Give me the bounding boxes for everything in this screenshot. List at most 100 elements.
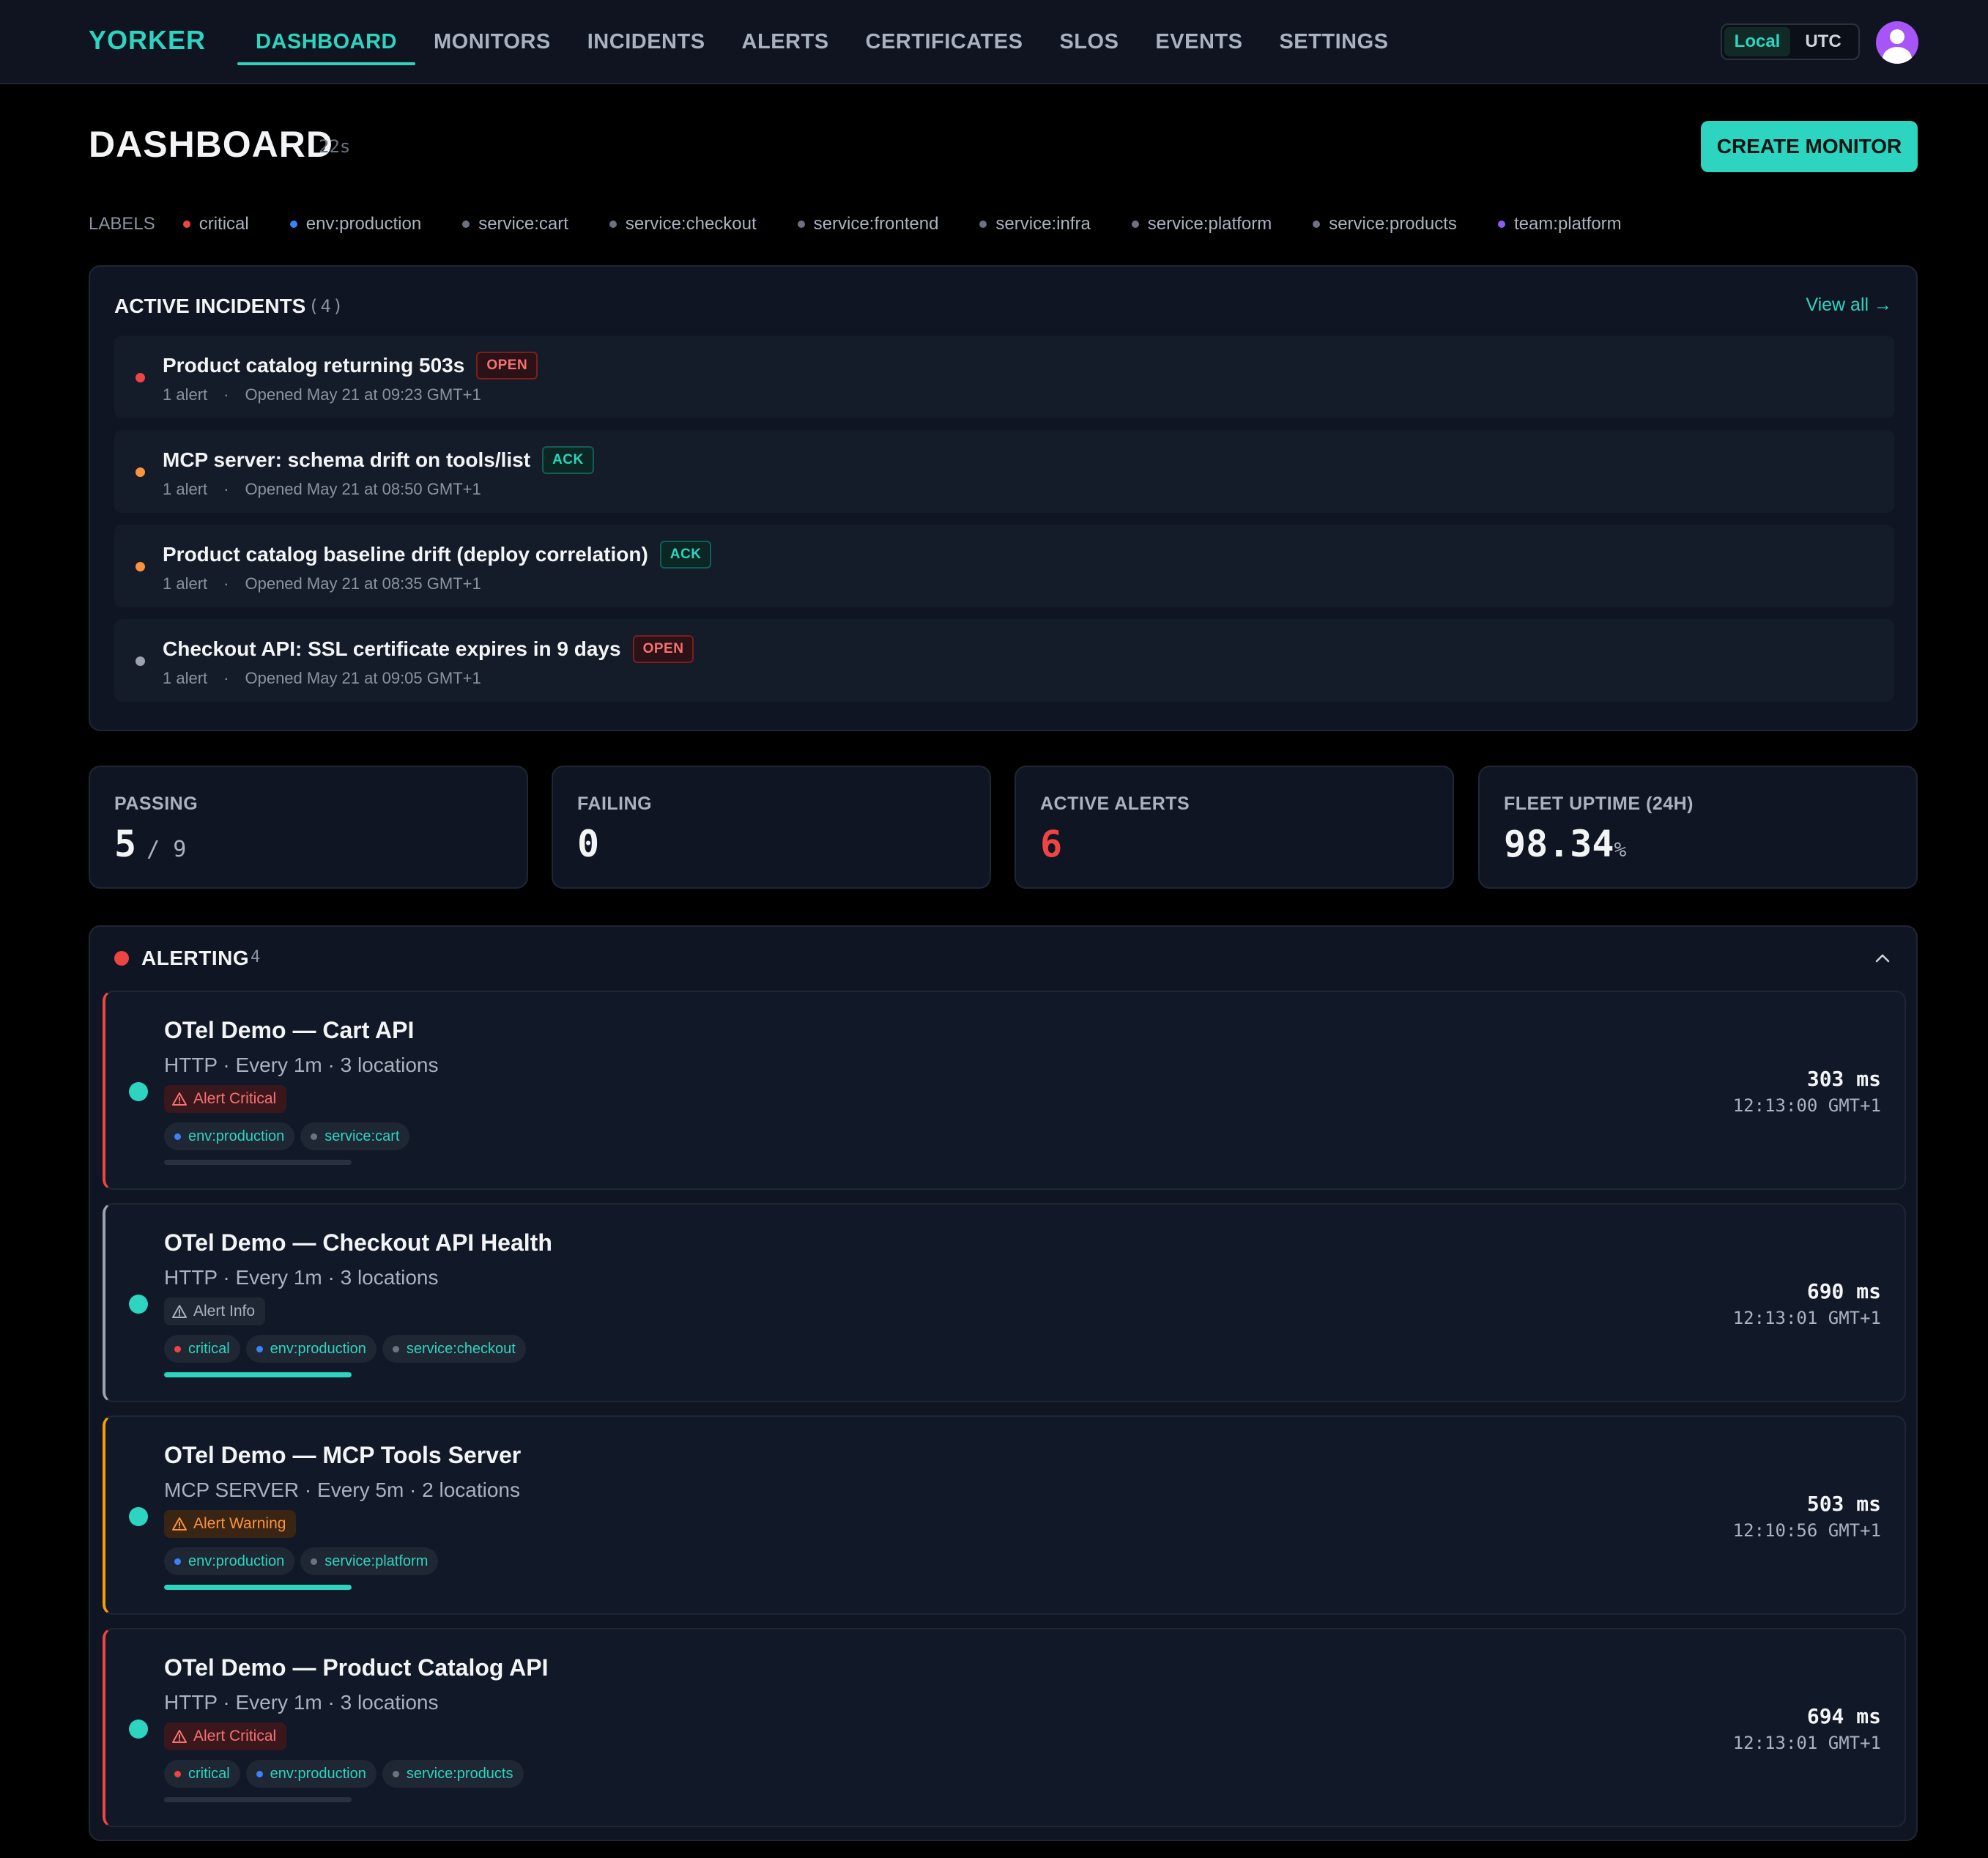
monitor-tags: env:production service:cart	[164, 1122, 415, 1150]
meta-separator: ·	[223, 480, 229, 498]
alerting-title: ALERTING	[141, 947, 250, 969]
label-filter-chip[interactable]: service:infra	[979, 214, 1091, 234]
passing-label: PASSING	[114, 793, 199, 814]
incident-row[interactable]: Checkout API: SSL certificate expires in…	[114, 619, 1894, 702]
label-tag[interactable]: env:production	[245, 1760, 377, 1788]
label-tag[interactable]: service:checkout	[382, 1335, 526, 1363]
meta-separator: ·	[223, 385, 229, 404]
monitor-latency: 694 ms	[1806, 1704, 1881, 1728]
timezone-local-option[interactable]: Local	[1724, 27, 1790, 56]
monitor-card[interactable]: OTel Demo — Product Catalog API HTTP · Ev…	[103, 1628, 1906, 1827]
tab-events[interactable]: EVENTS	[1137, 0, 1261, 84]
label-tag[interactable]: service:cart	[300, 1122, 410, 1150]
refresh-indicator: 22s	[319, 136, 351, 157]
label-filter-chip[interactable]: team:platform	[1497, 214, 1622, 234]
passing-value: 5/ 9	[114, 823, 187, 865]
active-alerts-value: 6	[1040, 823, 1063, 865]
tag-dot	[256, 1770, 263, 1777]
tab-incidents[interactable]: INCIDENTS	[569, 0, 724, 84]
incident-name: MCP server: schema drift on tools/list AC…	[163, 446, 594, 474]
monitor-status-dot	[129, 1720, 148, 1739]
incident-opened-time: Opened May 21 at 08:50 GMT+1	[245, 480, 481, 498]
monitor-subtitle: MCP SERVER · Every 5m · 2 locations	[164, 1478, 521, 1501]
tab-slos[interactable]: SLOS	[1041, 0, 1137, 84]
incident-title: Product catalog baseline drift (deploy c…	[163, 543, 648, 566]
incident-title: MCP server: schema drift on tools/list	[163, 448, 531, 471]
label-filter-chip[interactable]: env:production	[289, 214, 422, 234]
monitor-subtitle: HTTP · Every 1m · 3 locations	[164, 1691, 439, 1714]
user-avatar-icon[interactable]	[1876, 21, 1918, 64]
label-tag[interactable]: env:production	[164, 1547, 295, 1575]
chevron-up-icon[interactable]	[1873, 949, 1892, 968]
incident-alert-count: 1 alert	[163, 480, 208, 498]
label-text: env:production	[305, 214, 422, 234]
label-tag[interactable]: critical	[164, 1335, 240, 1363]
tag-text: service:checkout	[406, 1340, 516, 1357]
alert-severity-text: Alert Critical	[193, 1090, 277, 1107]
monitor-name[interactable]: OTel Demo — Cart API	[164, 1017, 414, 1044]
label-tag[interactable]: critical	[164, 1760, 240, 1788]
label-dot	[462, 221, 470, 228]
label-tag[interactable]: service:platform	[300, 1547, 439, 1575]
monitor-card[interactable]: OTel Demo — Checkout API Health HTTP · Ev…	[103, 1203, 1906, 1402]
monitor-name[interactable]: OTel Demo — MCP Tools Server	[164, 1442, 521, 1469]
incident-meta: 1 alert · Opened May 21 at 08:35 GMT+1	[163, 574, 481, 593]
tag-text: env:production	[270, 1765, 366, 1782]
label-text: critical	[199, 214, 249, 234]
monitor-name[interactable]: OTel Demo — Product Catalog API	[164, 1654, 549, 1681]
label-dot	[182, 221, 190, 228]
incident-alert-count: 1 alert	[163, 574, 208, 593]
label-tag[interactable]: env:production	[164, 1122, 295, 1150]
tag-dot	[174, 1133, 181, 1140]
tab-dashboard[interactable]: DASHBOARD	[237, 0, 415, 84]
tag-dot	[174, 1345, 181, 1352]
active-incidents-panel: ACTIVE INCIDENTS (4) View all → Product …	[89, 265, 1918, 731]
tab-alerts[interactable]: ALERTS	[724, 0, 848, 84]
label-tag[interactable]: service:products	[382, 1760, 524, 1788]
incident-row[interactable]: MCP server: schema drift on tools/list AC…	[114, 430, 1894, 513]
incidents-count: (4)	[308, 296, 345, 317]
incident-status-badge: ACK	[659, 541, 712, 569]
label-filter-chip[interactable]: service:cart	[462, 214, 568, 234]
monitor-name[interactable]: OTel Demo — Checkout API Health	[164, 1229, 552, 1256]
monitor-latency: 503 ms	[1806, 1492, 1881, 1516]
monitor-card[interactable]: OTel Demo — Cart API HTTP · Every 1m · 3 …	[103, 991, 1906, 1190]
tab-monitors[interactable]: MONITORS	[415, 0, 569, 84]
active-alerts-label: ACTIVE ALERTS	[1040, 793, 1190, 814]
labels-title: LABELS	[89, 214, 155, 234]
label-filter-chip[interactable]: service:checkout	[609, 214, 757, 234]
incident-row[interactable]: Product catalog returning 503s OPEN 1 aler…	[114, 336, 1894, 418]
incident-severity-dot	[136, 562, 145, 571]
label-filter-chip[interactable]: service:platform	[1131, 214, 1272, 234]
label-text: service:cart	[478, 214, 568, 234]
incident-opened-time: Opened May 21 at 09:23 GMT+1	[245, 385, 481, 404]
label-text: team:platform	[1513, 214, 1622, 234]
label-filter-chip[interactable]: service:products	[1313, 214, 1457, 234]
create-monitor-button[interactable]: CREATE MONITOR	[1701, 121, 1918, 172]
incident-meta: 1 alert · Opened May 21 at 09:23 GMT+1	[163, 385, 481, 404]
monitor-last-check-time: 12:10:56 GMT+1	[1732, 1520, 1881, 1541]
tag-dot	[392, 1770, 399, 1777]
view-all-incidents-link[interactable]: View all →	[1806, 295, 1892, 316]
timezone-toggle: Local UTC	[1721, 23, 1860, 60]
label-text: service:products	[1329, 214, 1457, 234]
monitor-health-fill	[164, 1585, 352, 1590]
timezone-utc-option[interactable]: UTC	[1790, 27, 1856, 56]
label-text: service:platform	[1147, 214, 1272, 234]
label-dot	[797, 221, 805, 228]
monitor-health-bar	[164, 1797, 352, 1802]
tab-certificates[interactable]: CERTIFICATES	[848, 0, 1042, 84]
incident-status-badge: OPEN	[632, 635, 694, 663]
tab-settings[interactable]: SETTINGS	[1261, 0, 1406, 84]
label-filter-chip[interactable]: service:frontend	[797, 214, 938, 234]
label-tag[interactable]: env:production	[245, 1335, 377, 1363]
label-filter-chip[interactable]: critical	[182, 214, 249, 234]
incident-title: Product catalog returning 503s	[163, 354, 465, 377]
monitor-card[interactable]: OTel Demo — MCP Tools Server MCP SERVER ·…	[103, 1415, 1906, 1615]
alerting-status-dot	[114, 951, 129, 966]
page-title: DASHBOARD	[89, 124, 333, 165]
app-logo[interactable]: YORKER	[89, 25, 206, 56]
tag-dot	[311, 1133, 318, 1140]
incident-row[interactable]: Product catalog baseline drift (deploy c…	[114, 525, 1894, 607]
monitor-latency: 303 ms	[1806, 1067, 1881, 1091]
